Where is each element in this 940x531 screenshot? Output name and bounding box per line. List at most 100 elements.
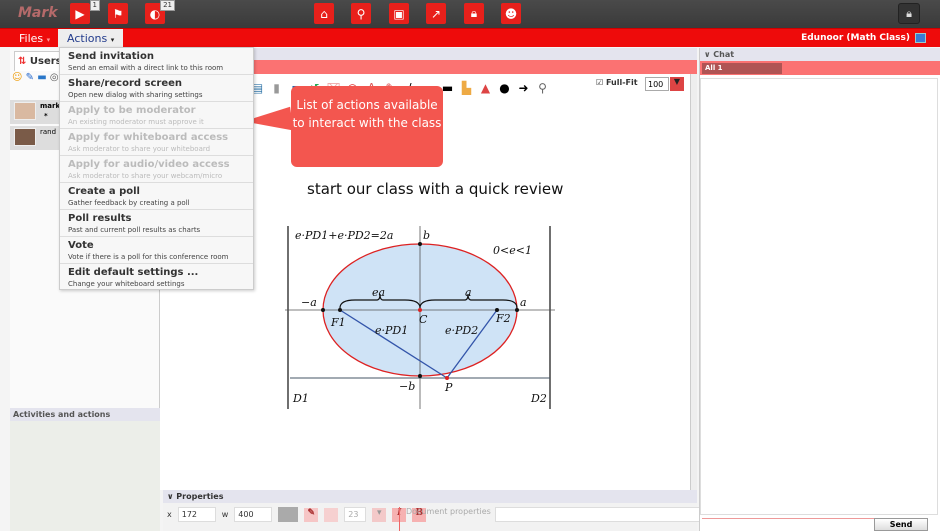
menu-item-title: Apply for whiteboard access xyxy=(68,132,229,143)
ellipse-icon[interactable]: ● xyxy=(497,81,512,95)
menu-item-send-invitation[interactable]: Send invitation Send an email with a dire… xyxy=(60,48,253,75)
chat-tab-all[interactable]: All 1 xyxy=(702,63,782,74)
avatar xyxy=(14,128,36,146)
fullfit-checkbox[interactable]: ☑ Full-Fit xyxy=(596,78,638,87)
w-input[interactable]: 400 xyxy=(234,507,273,522)
properties-row: x 172 w 400 ✎ 23 ▾ I B xyxy=(167,507,427,522)
menu-item-subtitle: Gather feedback by creating a poll xyxy=(68,199,190,207)
chat-panel: ∨ Chat All 1 Send xyxy=(699,48,940,531)
user-status: * xyxy=(44,112,48,120)
point-c xyxy=(418,308,422,312)
label-ea: ea xyxy=(372,286,385,299)
label-d1: D1 xyxy=(292,392,309,405)
font-size-input[interactable]: 23 xyxy=(344,507,367,522)
pointer-icon[interactable]: ⚲ xyxy=(535,81,550,95)
home-icon: ⌂ xyxy=(320,6,328,21)
files-menu-label: Files xyxy=(19,32,44,45)
arrow-icon[interactable]: ➜ xyxy=(516,81,531,95)
menu-item-subtitle: Open new dialog with sharing settings xyxy=(68,91,203,99)
top-bar: Mark ▶ 1 ⚑ ◐ 21 ⌂ ⚲ ▣ ↗ 🔒︎ ☻ 🔒︎ xyxy=(0,0,940,28)
users-icon: ⇅ xyxy=(18,56,27,67)
play-button[interactable]: ▶ 1 xyxy=(70,0,100,24)
font-size-dropdown[interactable]: ▾ xyxy=(372,507,387,522)
flag-button[interactable]: ⚑ xyxy=(108,3,128,24)
menu-item-create-poll[interactable]: Create a poll Gather feedback by creating… xyxy=(60,183,253,210)
user-list-item[interactable]: rand xyxy=(10,126,60,150)
chevron-down-icon: ∨ xyxy=(704,50,711,59)
point-neg-a xyxy=(321,308,325,312)
menu-item-title: Vote xyxy=(68,240,94,251)
users-button[interactable]: ☻ xyxy=(501,3,521,24)
chat-input[interactable] xyxy=(702,518,874,531)
equation-label: e·PD1+e·PD2=2a xyxy=(295,229,393,242)
menu-item-vote[interactable]: Vote Vote if there is a poll for this con… xyxy=(60,237,253,264)
menu-item-share-screen[interactable]: Share/record screen Open new dialog with … xyxy=(60,75,253,102)
screen-icon[interactable]: ▬ xyxy=(37,72,46,83)
user-name: rand xyxy=(40,128,57,136)
users-icon: ☻ xyxy=(504,6,518,21)
label-epd1: e·PD1 xyxy=(375,324,408,337)
user-name: Mark xyxy=(18,5,58,21)
chat-tabs: All 1 xyxy=(700,61,940,75)
files-menu[interactable]: Files ▾ xyxy=(11,29,57,48)
menu-item-edit-settings[interactable]: Edit default settings ... Change your whi… xyxy=(60,264,253,291)
zoom-dropdown[interactable]: ▼ xyxy=(670,77,684,91)
play-icon: ▶ xyxy=(75,6,85,21)
zoom-input[interactable]: 100 xyxy=(645,77,669,91)
contact-icon: ▣ xyxy=(393,6,405,21)
user-list-item[interactable]: mark * xyxy=(10,100,60,124)
point-neg-b xyxy=(418,374,422,378)
home-button[interactable]: ⌂ xyxy=(314,3,334,24)
menu-item-apply-av: Apply for audio/video access Ask moderato… xyxy=(60,156,253,183)
label-b: b xyxy=(423,229,430,242)
help-callout: List of actions available to interact wi… xyxy=(291,86,443,167)
whiteboard-text[interactable]: start our class with a quick review xyxy=(307,180,563,198)
activities-panel xyxy=(10,421,160,531)
menu-bar: Files ▾ Actions ▾ Edunoor (Math Class) xyxy=(0,28,940,48)
properties-header[interactable]: ∨ Properties xyxy=(163,490,697,503)
document-properties-label: Document properties xyxy=(399,507,491,531)
menu-item-title: Apply for audio/video access xyxy=(68,159,230,170)
search-button[interactable]: ⚲ xyxy=(351,3,371,24)
add-user-icon[interactable]: ☺ xyxy=(12,72,22,83)
ellipse-figure[interactable]: e·PD1+e·PD2=2a 0<e<1 b −b −a a ea a F1 F… xyxy=(285,224,555,410)
whiteboard-scrollbar[interactable] xyxy=(690,74,697,490)
document-icon[interactable]: ▮ xyxy=(269,81,284,95)
fullfit-label: Full-Fit xyxy=(605,78,638,87)
text-warning-icon[interactable]: ▲ xyxy=(478,81,493,95)
contact-button[interactable]: ▣ xyxy=(389,3,409,24)
lock-icon: 🔒︎ xyxy=(470,6,478,20)
mouse-icon[interactable]: ◎ xyxy=(50,72,59,83)
monitor-icon[interactable] xyxy=(915,33,926,43)
chat-title: Chat xyxy=(713,50,735,59)
highlighter-icon[interactable]: ▙ xyxy=(459,81,474,95)
lock-button[interactable]: 🔒︎ xyxy=(464,3,484,24)
share-icon: ↗ xyxy=(430,6,442,21)
label-f1: F1 xyxy=(330,316,346,329)
fill-icon[interactable] xyxy=(324,507,339,522)
menu-item-title: Apply to be moderator xyxy=(68,105,196,116)
menu-item-subtitle: Send an email with a direct link to this… xyxy=(68,64,224,72)
chat-header[interactable]: ∨ Chat xyxy=(700,48,940,61)
x-label: x xyxy=(167,510,172,519)
menu-item-poll-results[interactable]: Poll results Past and current poll result… xyxy=(60,210,253,237)
actions-menu[interactable]: Actions ▾ xyxy=(58,29,123,48)
document-properties-input[interactable] xyxy=(495,507,700,522)
x-input[interactable]: 172 xyxy=(177,507,216,522)
activities-title: Activities and actions xyxy=(10,408,160,421)
color-swatch[interactable] xyxy=(278,507,299,522)
edit-icon[interactable]: ✎ xyxy=(26,72,34,83)
label-d2: D2 xyxy=(530,392,547,405)
point-b xyxy=(418,242,422,246)
menu-item-title: Edit default settings ... xyxy=(68,267,199,278)
point-p xyxy=(445,376,449,380)
share-button[interactable]: ↗ xyxy=(426,3,446,24)
label-a: a xyxy=(520,296,527,309)
chevron-down-icon: ▾ xyxy=(110,36,115,44)
globe-button[interactable]: ◐ 21 xyxy=(145,0,175,24)
top-lock-button[interactable]: 🔒︎ xyxy=(898,3,920,24)
play-badge: 1 xyxy=(89,0,100,11)
label-p: P xyxy=(444,381,453,394)
eraser-icon[interactable]: ✎ xyxy=(304,507,319,522)
send-button[interactable]: Send xyxy=(874,518,928,531)
